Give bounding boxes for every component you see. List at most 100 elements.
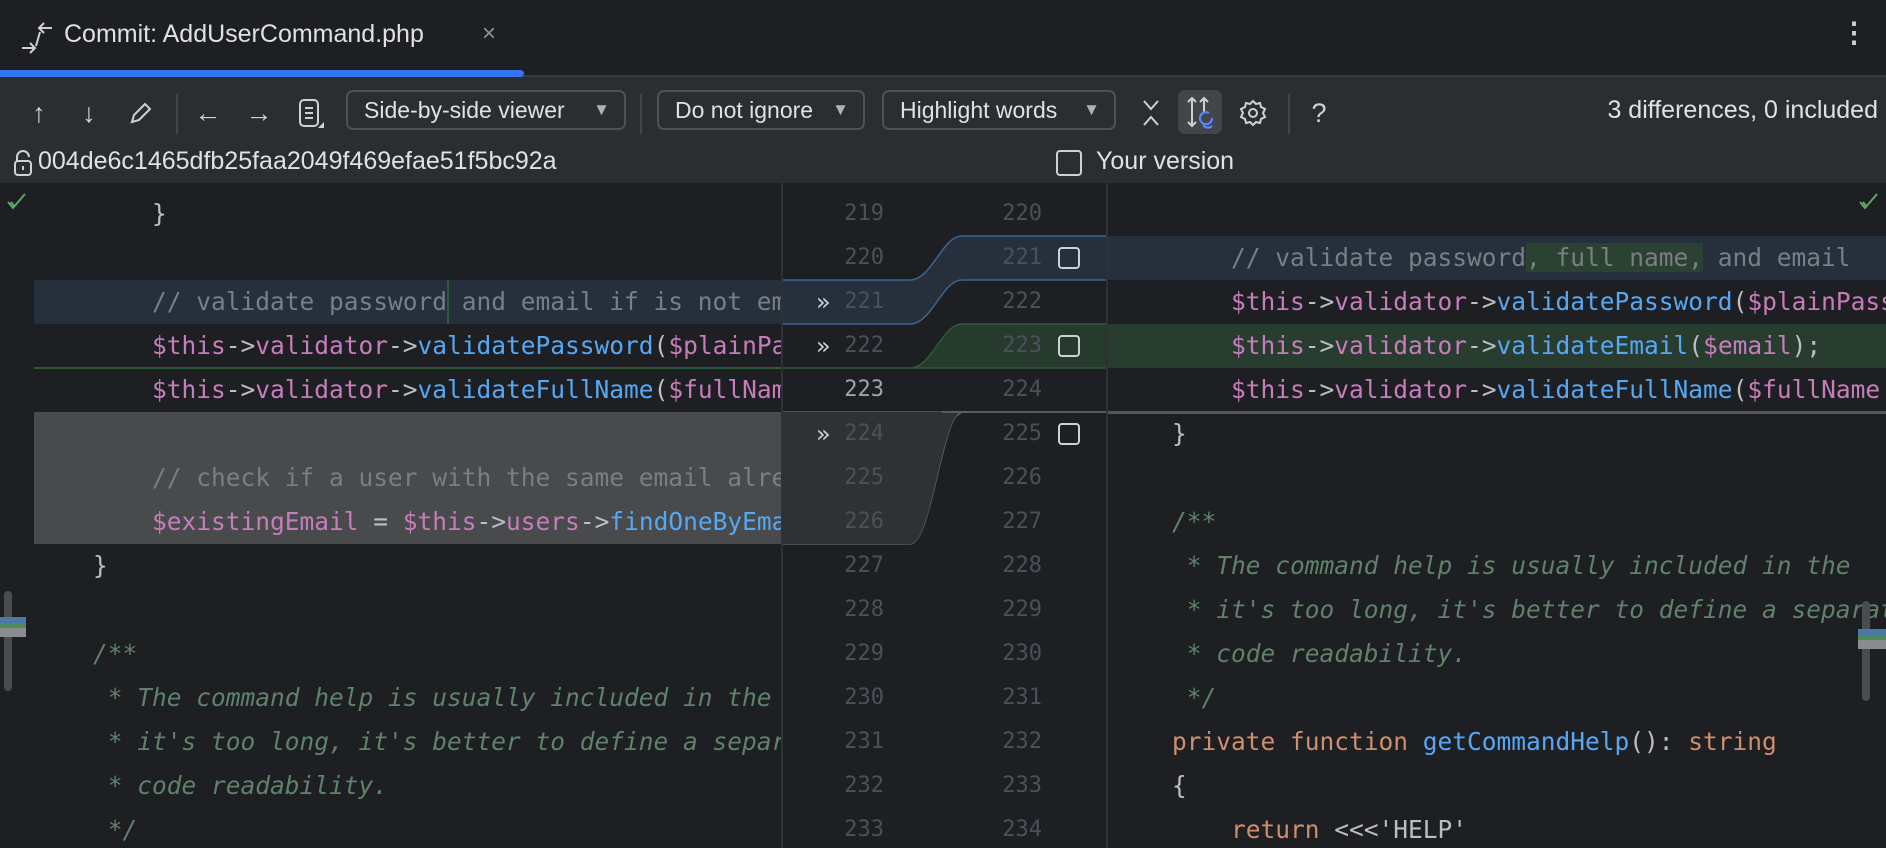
code-line: /**: [1172, 500, 1216, 544]
left-line-number: 225: [844, 465, 884, 490]
code-token: and email: [1703, 243, 1851, 272]
left-line-number: 230: [844, 685, 884, 710]
left-editor-panel[interactable]: } // validate password and email if is no…: [0, 183, 782, 848]
include-change-checkbox[interactable]: [1058, 247, 1080, 269]
code-token: $plainPassword: [1747, 287, 1886, 316]
code-token: ->: [388, 375, 418, 404]
code-line: */: [1172, 676, 1217, 720]
code-token: * it's too long, it's better to define a…: [92, 727, 782, 756]
code-token: validatePassword: [417, 331, 654, 360]
code-token: $this: [1230, 331, 1305, 360]
scrollbar-thumb[interactable]: [4, 591, 12, 691]
code-line: $this->validator->validatePassword($plai…: [1231, 280, 1886, 324]
next-file-icon[interactable]: →: [242, 96, 276, 130]
active-tab-indicator: [0, 70, 524, 77]
lock-icon: [12, 149, 34, 182]
code-token: ():: [1629, 727, 1689, 756]
code-token: }: [151, 199, 167, 228]
no-errors-check-icon: [1858, 191, 1880, 218]
apply-change-left-icon[interactable]: »: [816, 288, 831, 316]
left-line-number: 219: [844, 201, 884, 226]
code-token: (: [1732, 287, 1748, 316]
tab-title[interactable]: Commit: AddUserCommand.php: [64, 20, 424, 49]
code-line: $this->validator->validateEmail($email);: [1231, 324, 1821, 368]
code-token: * code readability.: [1171, 639, 1467, 668]
code-line: }: [1172, 412, 1187, 456]
code-token: return: [1230, 815, 1335, 844]
right-line-number: 220: [1002, 201, 1042, 226]
code-token: // validate password: [151, 287, 447, 316]
code-token: <<<'HELP': [1334, 815, 1468, 844]
right-line-number: 231: [1002, 685, 1042, 710]
apply-change-left-icon[interactable]: »: [816, 332, 831, 360]
scrollbar-thumb[interactable]: [1862, 601, 1870, 701]
settings-gear-icon[interactable]: [1236, 96, 1270, 130]
tab-close-button[interactable]: ×: [482, 20, 496, 48]
code-token: (: [1688, 331, 1704, 360]
include-change-checkbox[interactable]: [1058, 423, 1080, 445]
diff-scroll-marker: [1858, 629, 1886, 649]
right-line-number: 234: [1002, 817, 1042, 842]
left-line-number: 231: [844, 729, 884, 754]
code-line: * it's too long, it's better to define a…: [1172, 588, 1886, 632]
code-line: $this->validator->validateFullName($full…: [152, 368, 782, 412]
collapse-unchanged-icon[interactable]: [1134, 96, 1168, 130]
apply-change-left-icon[interactable]: »: [816, 420, 831, 448]
code-line: * The command help is usually included i…: [1172, 544, 1851, 588]
document-icon[interactable]: [294, 96, 328, 130]
left-line-number: 228: [844, 597, 884, 622]
no-errors-check-icon: [6, 191, 28, 218]
code-token: ->: [579, 507, 610, 536]
code-line: $existingEmail = $this->users->findOneBy…: [152, 500, 782, 544]
right-line-number: 229: [1002, 597, 1042, 622]
diff-scroll-marker: [0, 617, 26, 637]
next-difference-icon[interactable]: ↓: [72, 96, 106, 130]
code-token: ->: [1304, 375, 1335, 404]
left-line-number: 233: [844, 817, 884, 842]
right-line-number: 225: [1002, 421, 1042, 446]
code-token: * The command help is usually included i…: [1171, 551, 1851, 580]
code-token: $existingEmail: [151, 507, 359, 536]
code-line: */: [93, 808, 138, 848]
code-token: }: [92, 551, 108, 580]
chevron-down-icon: ▼: [832, 100, 849, 119]
code-line: // check if a user with the same email a…: [152, 456, 782, 500]
code-token: ->: [225, 375, 256, 404]
code-line: }: [93, 544, 108, 588]
divider: [781, 183, 783, 848]
ignore-whitespace-label: Do not ignore: [675, 97, 814, 123]
right-line-number: 222: [1002, 289, 1042, 314]
code-line: * code readability.: [93, 764, 388, 808]
sync-scroll-button[interactable]: [1178, 90, 1222, 134]
toolbar-separator: [1288, 94, 1290, 134]
diff-icon: [18, 18, 58, 58]
code-token: validatePassword: [1496, 287, 1733, 316]
code-line: $this->validator->validateFullName($full…: [1231, 368, 1880, 412]
code-token: validator: [255, 375, 389, 404]
code-token: validateFullName: [417, 375, 654, 404]
code-token: getCommandHelp: [1422, 727, 1630, 756]
code-token: );: [1791, 331, 1822, 360]
previous-difference-icon[interactable]: ↑: [22, 96, 56, 130]
code-token: validateFullName: [1496, 375, 1733, 404]
code-line: // validate password, full name, and ema…: [1231, 236, 1851, 280]
code-token: ->: [388, 331, 418, 360]
code-line: * The command help is usually included i…: [93, 676, 772, 720]
ignore-whitespace-dropdown[interactable]: Do not ignore ▼: [657, 90, 865, 130]
your-version-checkbox[interactable]: [1056, 150, 1082, 176]
previous-file-icon[interactable]: ←: [191, 96, 225, 130]
chevron-down-icon: ▼: [593, 100, 610, 119]
left-line-number: 232: [844, 773, 884, 798]
more-options-icon[interactable]: ⋮: [1840, 16, 1868, 49]
include-change-checkbox[interactable]: [1058, 335, 1080, 357]
highlight-mode-dropdown[interactable]: Highlight words ▼: [882, 90, 1116, 130]
code-token: (: [1732, 375, 1748, 404]
right-editor-panel[interactable]: // validate password, full name, and ema…: [1108, 183, 1886, 848]
code-token: ->: [225, 331, 256, 360]
code-line: * it's too long, it's better to define a…: [93, 720, 782, 764]
differences-status: 3 differences, 0 included: [1607, 96, 1878, 124]
code-token: validator: [1334, 375, 1468, 404]
help-icon[interactable]: ?: [1302, 96, 1336, 130]
viewer-mode-dropdown[interactable]: Side-by-side viewer ▼: [346, 90, 626, 130]
edit-source-icon[interactable]: [124, 96, 158, 130]
